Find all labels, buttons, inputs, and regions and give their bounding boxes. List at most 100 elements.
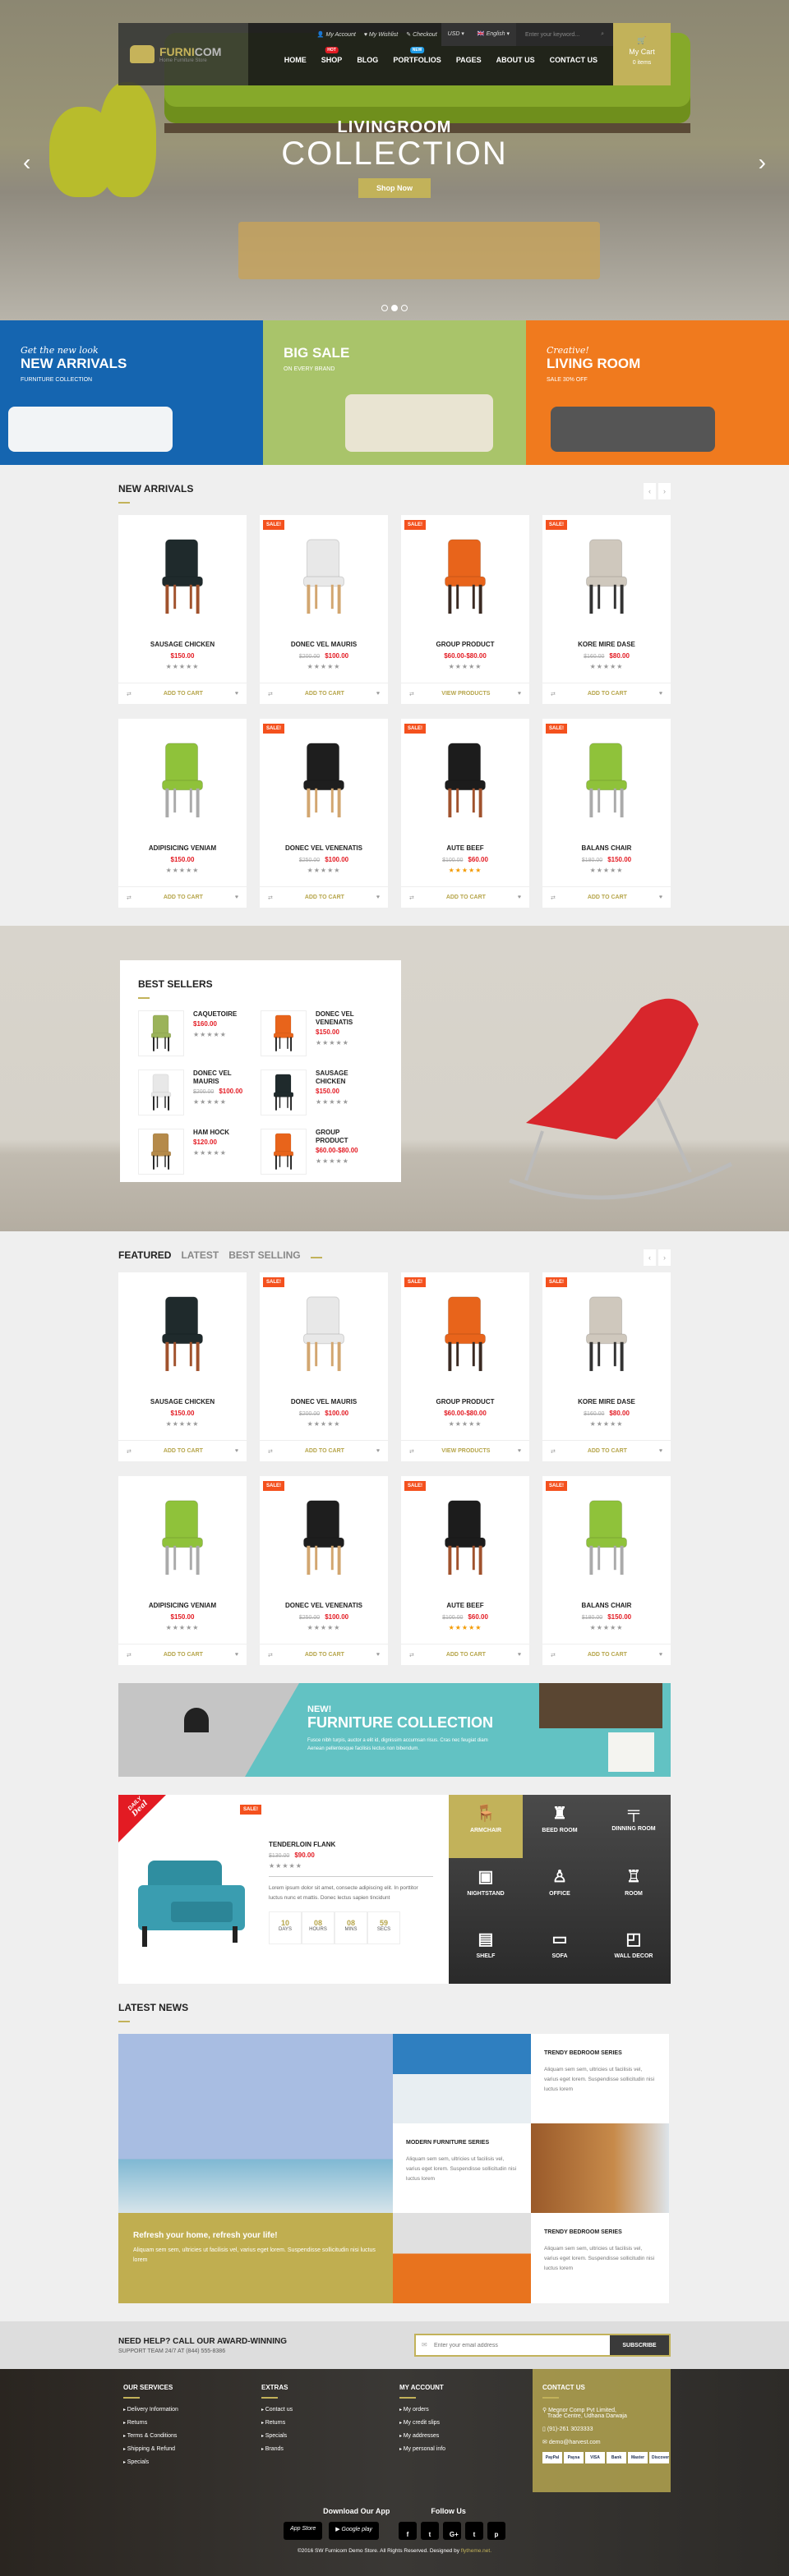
news-feature-title[interactable]: Refresh your home, refresh your life!	[133, 2231, 378, 2241]
footer-link[interactable]: My credit slips	[399, 2420, 533, 2426]
product-name[interactable]: ADIPISICING VENIAM	[118, 1602, 247, 1609]
product-name[interactable]: BALANS CHAIR	[542, 844, 671, 852]
product-card[interactable]: SALE! GROUP PRODUCT $60.00-$80.00 ★★★★★ …	[401, 515, 529, 704]
promo-banner[interactable]: Creative! LIVING ROOM SALE 30% OFF	[526, 320, 789, 465]
add-to-cart-button[interactable]: ADD TO CART	[164, 1652, 203, 1658]
footer-link[interactable]: My orders	[399, 2407, 533, 2413]
promo-banner[interactable]: Get the new look NEW ARRIVALS FURNITURE …	[0, 320, 263, 465]
category-nightstand[interactable]: ▣ NIGHTSTAND	[449, 1858, 523, 1921]
best-seller-item[interactable]: CAQUETOIRE $160.00 ★★★★★	[138, 1010, 261, 1056]
nav-pages[interactable]: PAGES	[449, 56, 489, 64]
tab-featured[interactable]: FEATURED	[118, 1249, 171, 1261]
compare-icon[interactable]: ⇄	[268, 895, 273, 901]
slide-dot[interactable]	[401, 305, 408, 311]
currency-select[interactable]: USD ▾	[441, 23, 471, 46]
add-to-cart-button[interactable]: ADD TO CART	[164, 691, 203, 697]
footer-link[interactable]: My addresses	[399, 2433, 533, 2439]
news-feature[interactable]: Refresh your home, refresh your life! Ali…	[118, 2213, 393, 2303]
tab-latest[interactable]: LATEST	[181, 1249, 219, 1261]
nav-portfolios[interactable]: PORTFOLIOS NEW	[385, 47, 449, 64]
add-to-cart-button[interactable]: ADD TO CART	[588, 691, 627, 697]
compare-icon[interactable]: ⇄	[409, 1448, 414, 1455]
nav-blog[interactable]: BLOG	[349, 56, 385, 64]
compare-icon[interactable]: ⇄	[127, 1652, 132, 1658]
slide-dot[interactable]	[381, 305, 388, 311]
footer-link[interactable]: Specials	[261, 2433, 394, 2439]
carousel-prev-button[interactable]: ‹	[644, 1249, 656, 1266]
promo-banner[interactable]: BIG SALE ON EVERY BRAND	[263, 320, 526, 465]
heart-icon[interactable]: ♥	[235, 1652, 238, 1658]
facebook-icon[interactable]: f	[398, 2522, 417, 2540]
add-to-cart-button[interactable]: ADD TO CART	[588, 1652, 627, 1658]
add-to-cart-button[interactable]: ADD TO CART	[305, 895, 344, 900]
compare-icon[interactable]: ⇄	[551, 895, 556, 901]
product-name[interactable]: AUTE BEEF	[401, 1602, 529, 1609]
nav-shop[interactable]: SHOP HOT	[314, 47, 350, 64]
footer-link[interactable]: Specials	[123, 2459, 256, 2465]
heart-icon[interactable]: ♥	[235, 1448, 238, 1454]
search-input[interactable]: Enter your keyword... ⌕	[516, 23, 613, 46]
footer-link[interactable]: Returns	[123, 2420, 256, 2426]
product-card[interactable]: SALE! KORE MIRE DASE $160.00 $80.00 ★★★★★…	[542, 1272, 671, 1461]
category-sofa[interactable]: ▭ SOFA	[523, 1920, 597, 1984]
compare-icon[interactable]: ⇄	[551, 1652, 556, 1658]
heart-icon[interactable]: ♥	[235, 691, 238, 697]
google-plus-icon[interactable]: G+	[442, 2522, 461, 2540]
add-to-cart-button[interactable]: ADD TO CART	[588, 1448, 627, 1454]
heart-icon[interactable]: ♥	[659, 1652, 662, 1658]
product-name[interactable]: SAUSAGE CHICKEN	[118, 1398, 247, 1405]
living-room-image[interactable]	[531, 2123, 669, 2213]
app-store-button[interactable]: App Store	[284, 2522, 323, 2540]
add-to-cart-button[interactable]: ADD TO CART	[164, 895, 203, 900]
category-office[interactable]: ♙ OFFICE	[523, 1858, 597, 1921]
heart-icon[interactable]: ♥	[376, 1448, 380, 1454]
heart-icon[interactable]: ♥	[235, 895, 238, 900]
product-name[interactable]: GROUP PRODUCT	[401, 1398, 529, 1405]
compare-icon[interactable]: ⇄	[127, 895, 132, 901]
heart-icon[interactable]: ♥	[659, 895, 662, 900]
category-wall-decor[interactable]: ◰ WALL DECOR	[597, 1920, 671, 1984]
compare-icon[interactable]: ⇄	[409, 691, 414, 697]
product-name[interactable]: AUTE BEEF	[401, 844, 529, 852]
heart-icon[interactable]: ♥	[518, 691, 521, 697]
heart-icon[interactable]: ♥	[376, 1652, 380, 1658]
category-armchair[interactable]: 🪑 ARMCHAIR	[449, 1795, 523, 1858]
product-card[interactable]: SALE! KORE MIRE DASE $160.00 $80.00 ★★★★★…	[542, 515, 671, 704]
product-name[interactable]: DONEC VEL VENENATIS	[260, 1602, 388, 1609]
product-card[interactable]: SALE! DONEC VEL VENENATIS $250.00 $100.00…	[260, 1476, 388, 1665]
product-name[interactable]: ADIPISICING VENIAM	[118, 844, 247, 852]
blue-sofa-image[interactable]	[393, 2034, 531, 2123]
slide-dot-active[interactable]	[391, 305, 398, 311]
news-post[interactable]: MODERN FURNITURE SERIES Aliquam sem sem, …	[393, 2123, 531, 2213]
best-seller-item[interactable]: DONEC VEL MAURIS $200.00 $100.00 ★★★★★	[138, 1070, 261, 1116]
product-card[interactable]: SAUSAGE CHICKEN $150.00 ★★★★★ ⇄ ADD TO CA…	[118, 515, 247, 704]
subscribe-button[interactable]: SUBSCRIBE	[610, 2335, 669, 2355]
heart-icon[interactable]: ♥	[518, 1448, 521, 1454]
carousel-next-button[interactable]: ›	[658, 1249, 671, 1266]
product-name[interactable]: DONEC VEL VENENATIS	[316, 1010, 373, 1027]
compare-icon[interactable]: ⇄	[551, 691, 556, 697]
add-to-cart-button[interactable]: ADD TO CART	[164, 1448, 203, 1454]
product-name[interactable]: BALANS CHAIR	[542, 1602, 671, 1609]
footer-link[interactable]: Returns	[261, 2420, 394, 2426]
footer-link[interactable]: Shipping & Refund	[123, 2446, 256, 2452]
email[interactable]: demo@harvest.com	[549, 2440, 601, 2445]
compare-icon[interactable]: ⇄	[127, 691, 132, 697]
heart-icon[interactable]: ♥	[518, 1652, 521, 1658]
product-name[interactable]: DONEC VEL MAURIS	[193, 1070, 251, 1086]
news-post[interactable]: TRENDY BEDROOM SERIES Aliquam sem sem, ul…	[531, 2034, 669, 2123]
compare-icon[interactable]: ⇄	[268, 1652, 273, 1658]
product-card[interactable]: SALE! DONEC VEL VENENATIS $250.00 $100.00…	[260, 719, 388, 908]
deal-product-name[interactable]: TENDERLOIN FLANK	[269, 1841, 441, 1848]
heart-icon[interactable]: ♥	[518, 895, 521, 900]
footer-link[interactable]: Terms & Conditions	[123, 2433, 256, 2439]
twitter-icon[interactable]: t	[420, 2522, 439, 2540]
product-card[interactable]: SALE! BALANS CHAIR $180.00 $150.00 ★★★★★ …	[542, 719, 671, 908]
add-to-cart-button[interactable]: VIEW PRODUCTS	[441, 691, 490, 697]
furniture-collection-banner[interactable]: NEW! FURNITURE COLLECTION Fusce nibh tur…	[118, 1683, 671, 1777]
category-room[interactable]: ♖ ROOM	[597, 1858, 671, 1921]
kitchen-image[interactable]	[393, 2213, 531, 2303]
compare-icon[interactable]: ⇄	[409, 895, 414, 901]
product-name[interactable]: GROUP PRODUCT	[316, 1129, 373, 1145]
heart-icon[interactable]: ♥	[659, 1448, 662, 1454]
